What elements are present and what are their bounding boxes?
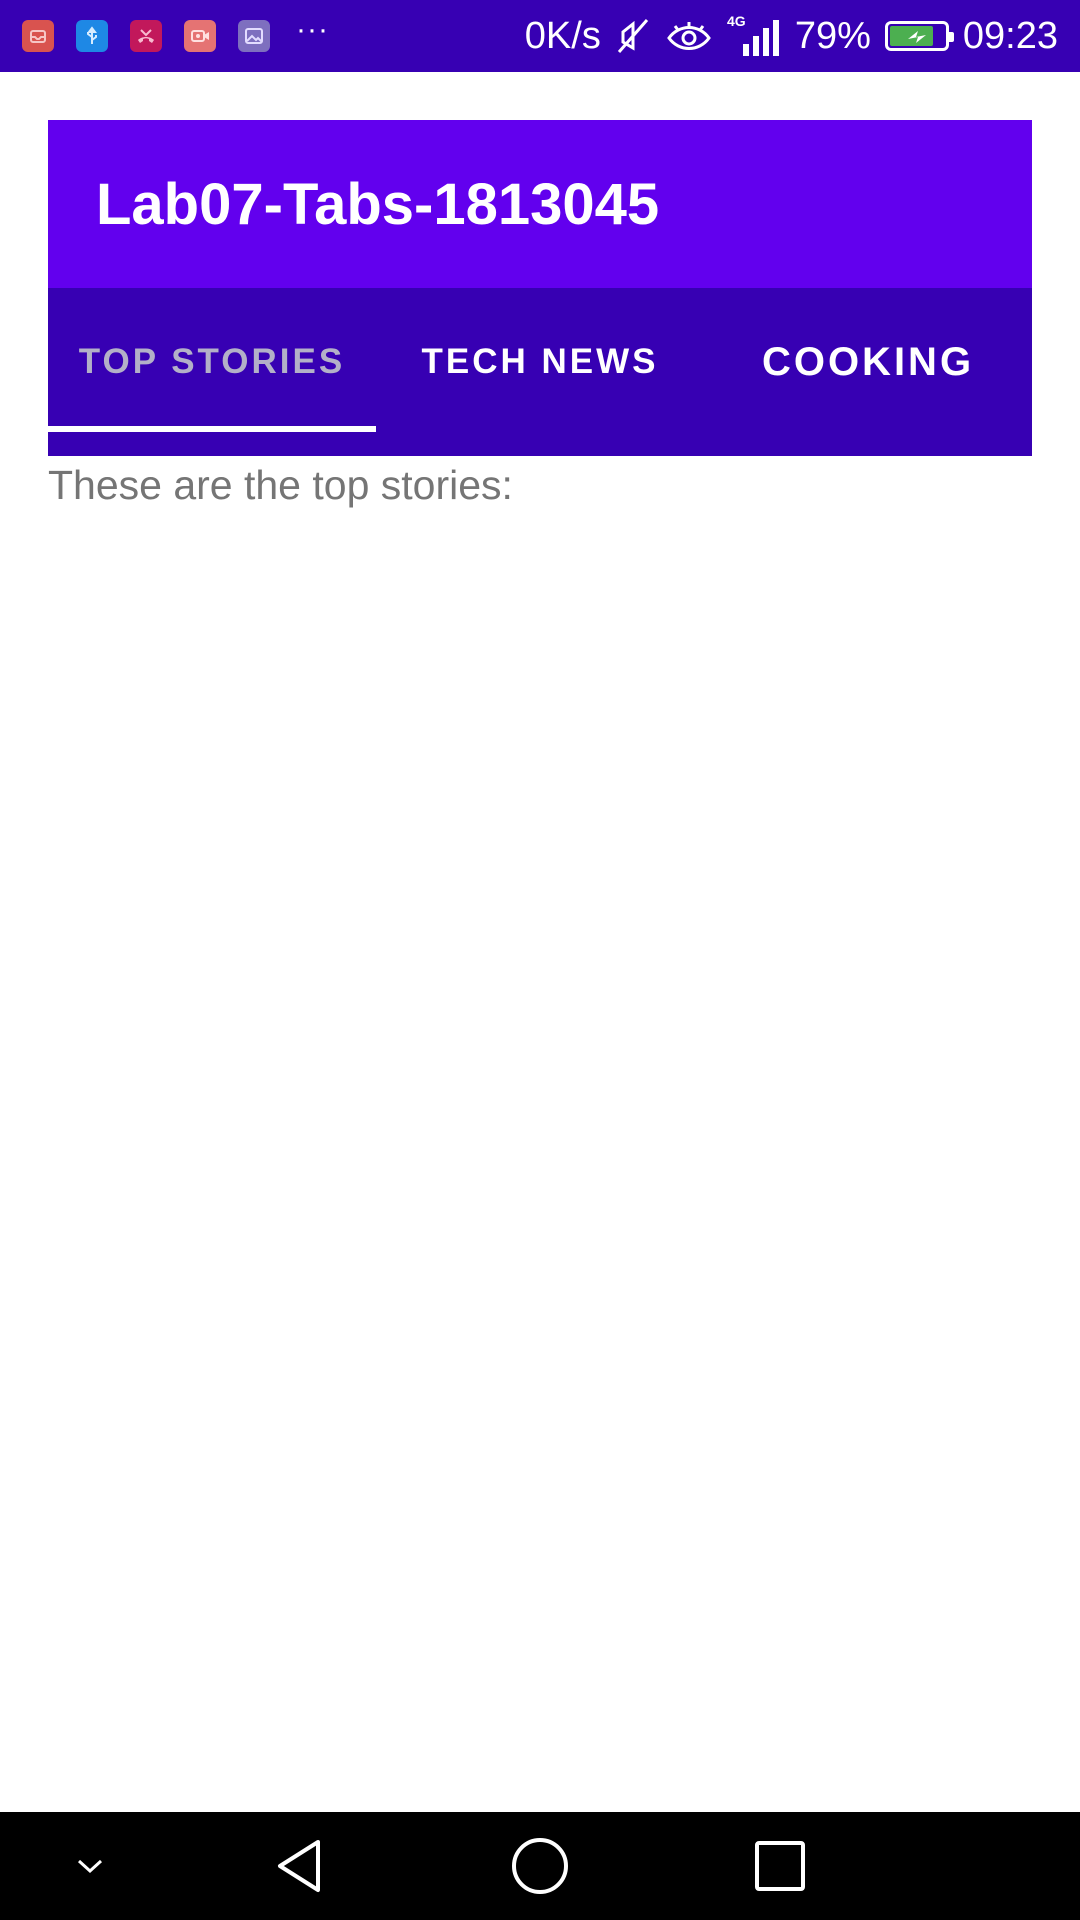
clock: 09:23: [962, 14, 1058, 57]
back-icon[interactable]: [255, 1812, 345, 1920]
status-bar: ··· 0K/s 4G 79% 09:23: [0, 0, 1080, 72]
battery-percent: 79%: [794, 14, 871, 57]
mail-icon: [22, 20, 54, 52]
screen-record-icon: [184, 20, 216, 52]
tab-cooking[interactable]: COOKING: [704, 288, 1032, 456]
network-type: 4G: [727, 14, 746, 29]
signal-icon: 4G: [727, 14, 781, 58]
gallery-icon: [238, 20, 270, 52]
missed-call-icon: [130, 20, 162, 52]
network-speed: 0K/s: [524, 14, 601, 57]
tab-tech-news[interactable]: TECH NEWS: [376, 288, 704, 456]
notification-icons: ···: [22, 15, 329, 52]
battery-level: [889, 26, 933, 46]
tab-bar: TOP STORIES TECH NEWS COOKING: [48, 288, 1032, 456]
more-notifications-indicator: ···: [296, 13, 329, 46]
usb-icon: [76, 20, 108, 52]
collapse-icon[interactable]: [50, 1812, 130, 1920]
battery-icon: [884, 21, 954, 51]
tab-top-stories[interactable]: TOP STORIES: [48, 288, 376, 456]
app-container: Lab07-Tabs-1813045 TOP STORIES TECH NEWS…: [48, 120, 1032, 509]
tab-content-text: These are the top stories:: [48, 462, 513, 508]
recents-icon[interactable]: [735, 1812, 825, 1920]
home-icon[interactable]: [495, 1812, 585, 1920]
eye-comfort-icon: [665, 18, 713, 54]
mute-icon: [615, 16, 651, 56]
app-bar: Lab07-Tabs-1813045: [48, 120, 1032, 288]
app-title: Lab07-Tabs-1813045: [96, 171, 660, 237]
status-indicators: 0K/s 4G 79% 09:23: [525, 14, 1058, 58]
navigation-bar: [0, 1812, 1080, 1920]
